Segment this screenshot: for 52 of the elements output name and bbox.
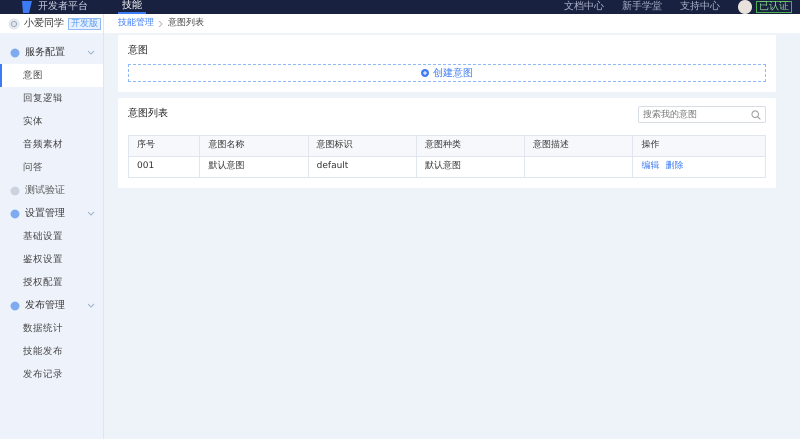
table-cell: 默认意图: [200, 156, 308, 178]
menu-item[interactable]: 音频素材: [0, 133, 103, 156]
menu-group[interactable]: 测试验证: [25, 183, 95, 198]
card-title: 意图: [128, 44, 149, 58]
separator-icon: [158, 20, 164, 28]
platform-name: 开发者平台: [38, 1, 88, 13]
menu-group[interactable]: 设置管理: [25, 206, 82, 221]
menu-item[interactable]: 数据统计: [0, 317, 103, 340]
menu-item[interactable]: 授权配置: [0, 271, 103, 294]
menu-item[interactable]: 意图: [0, 64, 103, 87]
menu-item[interactable]: 技能发布: [0, 340, 103, 363]
breadcrumb-link[interactable]: 技能管理: [118, 16, 154, 30]
menu-item[interactable]: 实体: [0, 110, 103, 133]
column-header: 操作: [632, 136, 766, 156]
group-icon: [10, 186, 20, 196]
breadcrumb-current: 意图列表: [168, 16, 204, 30]
verified-badge: 已认证: [756, 1, 792, 13]
table-cell: 001: [128, 156, 200, 178]
table-cell: default: [308, 156, 416, 178]
chevron-icon[interactable]: [87, 210, 95, 216]
avatar[interactable]: [738, 0, 752, 14]
plus-icon: [421, 69, 429, 77]
card-title: 意图列表: [128, 106, 168, 121]
table-cell: 默认意图: [416, 156, 525, 178]
menu-item[interactable]: 发布记录: [0, 363, 103, 386]
action-link[interactable]: 删除: [665, 161, 684, 172]
app-icon: [8, 18, 20, 30]
search-field[interactable]: 搜索我的意图: [638, 106, 766, 123]
group-icon: [10, 300, 20, 310]
column-header: 意图描述: [524, 136, 633, 156]
menu-item[interactable]: 问答: [0, 156, 103, 179]
menu-group[interactable]: 发布管理: [25, 298, 82, 313]
column-header: 意图名称: [200, 136, 308, 156]
chevron-icon[interactable]: [87, 302, 95, 308]
search-icon[interactable]: [751, 110, 761, 120]
menu-item[interactable]: 回复逻辑: [0, 87, 103, 110]
menu-item[interactable]: 基础设置: [0, 225, 103, 248]
action-link[interactable]: 编辑: [641, 161, 660, 172]
group-icon: [10, 48, 20, 58]
column-header: 意图标识: [308, 136, 416, 156]
group-icon: [10, 208, 20, 218]
menu-group[interactable]: 服务配置: [25, 45, 82, 60]
nav-link[interactable]: 文档中心: [564, 1, 604, 13]
menu-item[interactable]: 鉴权设置: [0, 248, 103, 271]
edition-badge: 开发版: [68, 18, 101, 30]
column-header: 意图种类: [416, 136, 525, 156]
app-name: 小爱同学: [24, 16, 64, 31]
column-header: 序号: [128, 136, 200, 156]
create-intent-button[interactable]: 创建意图: [128, 64, 766, 82]
nav-link[interactable]: 新手学堂: [622, 1, 662, 13]
nav-link[interactable]: 支持中心: [680, 1, 720, 13]
chevron-icon[interactable]: [87, 50, 95, 56]
